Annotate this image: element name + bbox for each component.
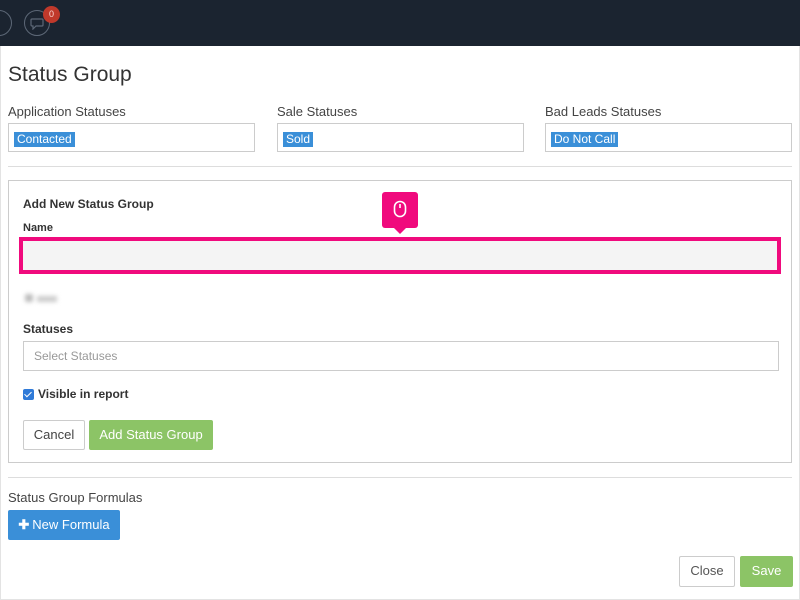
visible-in-report-label: Visible in report: [38, 387, 129, 401]
bad-leads-statuses-label: Bad Leads Statuses: [545, 104, 662, 119]
name-label: Name: [23, 222, 53, 234]
add-status-group-button[interactable]: Add Status Group: [89, 420, 213, 450]
panel-title: Add New Status Group: [23, 197, 154, 211]
notification-badge: 0: [43, 6, 60, 23]
application-statuses-input[interactable]: Contacted: [8, 123, 255, 152]
save-button[interactable]: Save: [740, 556, 793, 587]
application-statuses-label: Application Statuses: [8, 104, 126, 119]
status-tag[interactable]: Do Not Call: [551, 132, 619, 147]
sale-statuses-label: Sale Statuses: [277, 104, 358, 119]
top-navbar: 0: [0, 0, 800, 46]
status-group-formulas-label: Status Group Formulas: [8, 490, 143, 505]
sale-statuses-input[interactable]: Sold: [277, 123, 524, 152]
cancel-button[interactable]: Cancel: [23, 420, 85, 450]
statuses-select[interactable]: Select Statuses: [23, 341, 779, 371]
visible-in-report-checkbox[interactable]: [23, 388, 34, 400]
bad-leads-statuses-input[interactable]: Do Not Call: [545, 123, 792, 152]
add-status-group-panel: Add New Status Group Name Statuses Selec…: [8, 180, 792, 463]
divider: [8, 166, 792, 167]
divider: [8, 477, 792, 478]
new-formula-button[interactable]: ✚ New Formula: [8, 510, 120, 540]
statuses-label: Statuses: [23, 322, 74, 336]
profile-icon[interactable]: [0, 10, 12, 36]
application-statuses-field: Application Statuses Contacted: [8, 104, 255, 152]
blurred-hint: [25, 289, 67, 302]
status-tag[interactable]: Contacted: [14, 132, 75, 147]
mouse-icon: [393, 200, 407, 218]
new-formula-label: New Formula: [32, 517, 110, 532]
sale-statuses-field: Sale Statuses Sold: [277, 104, 524, 152]
bad-leads-statuses-field: Bad Leads Statuses Do Not Call: [545, 104, 792, 152]
name-input[interactable]: [19, 237, 781, 274]
close-button[interactable]: Close: [679, 556, 735, 587]
page-title: Status Group: [8, 63, 132, 86]
visible-in-report-row[interactable]: Visible in report: [23, 387, 128, 401]
click-indicator: [382, 192, 418, 234]
plus-icon: ✚: [18, 517, 30, 532]
status-tag[interactable]: Sold: [283, 132, 314, 147]
